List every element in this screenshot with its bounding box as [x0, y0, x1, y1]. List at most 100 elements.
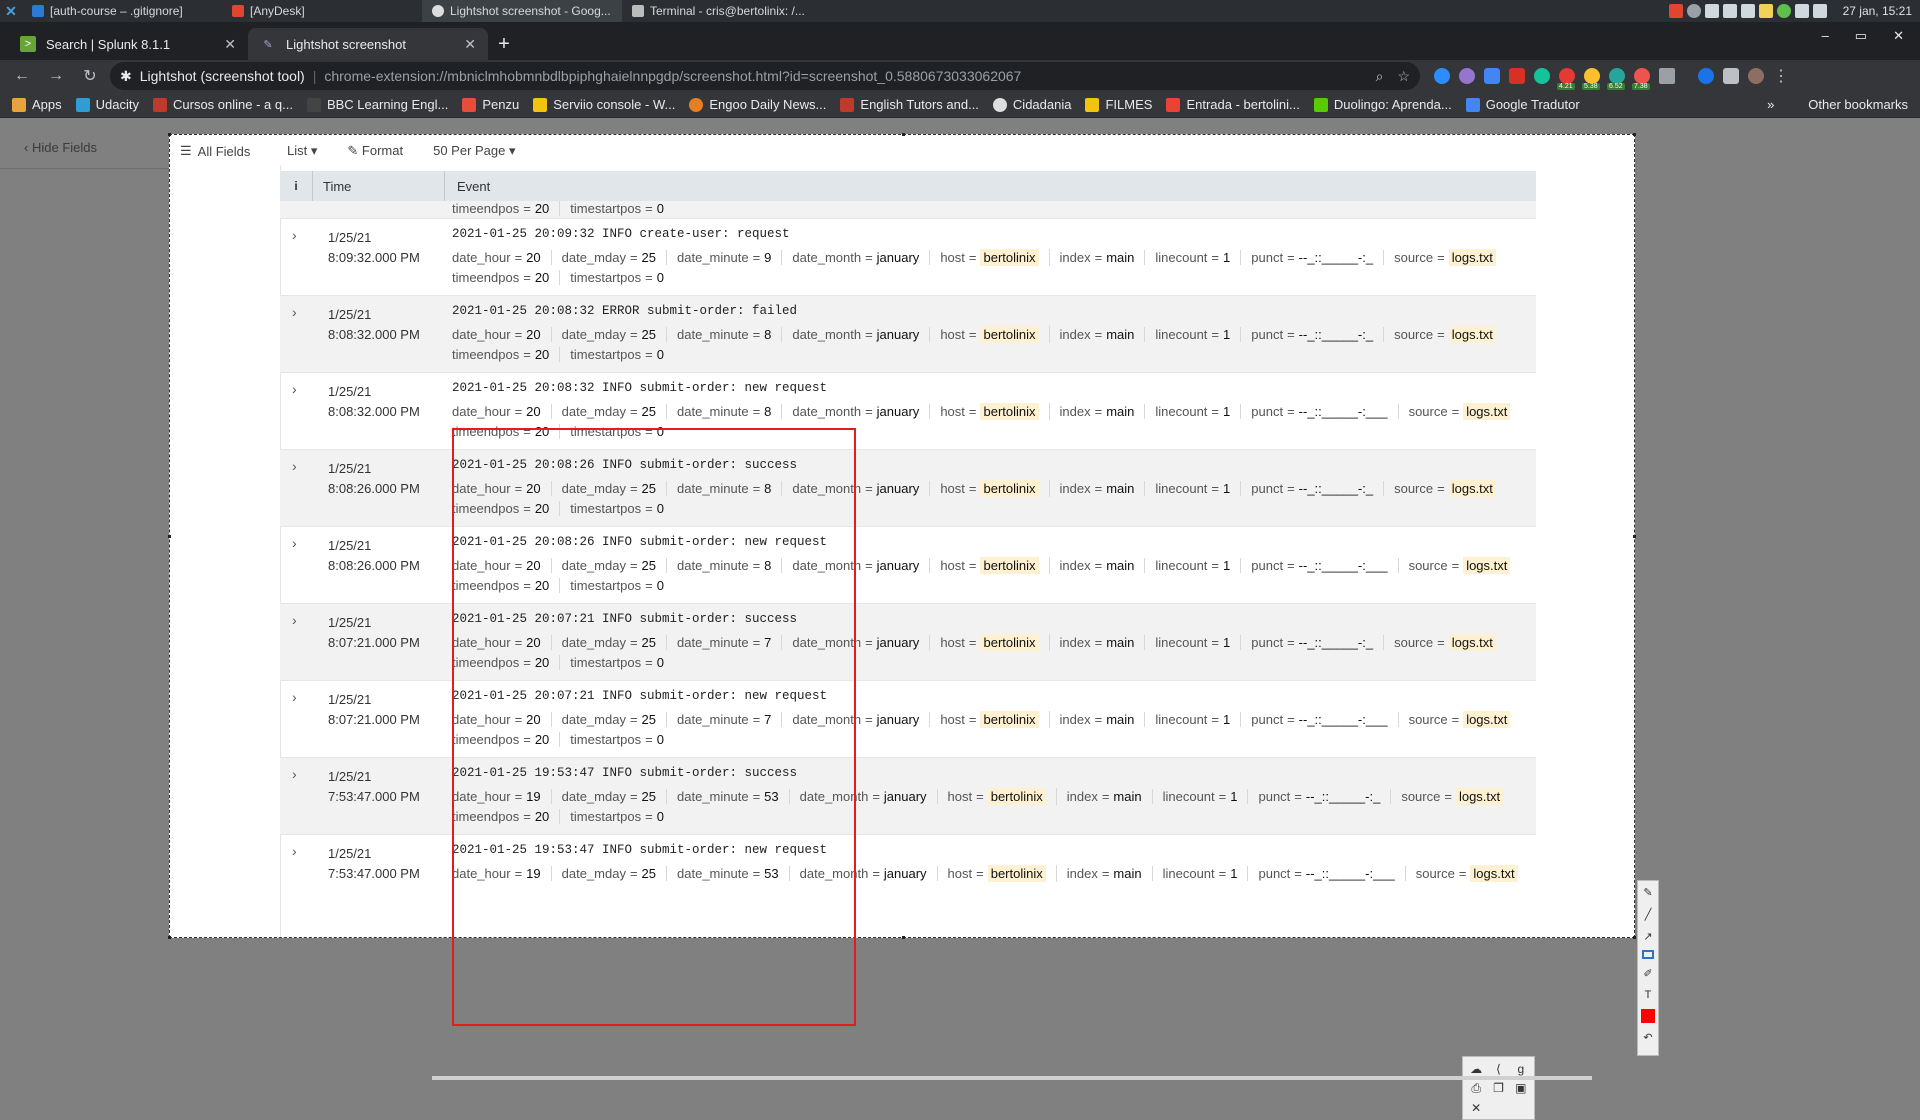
event-field[interactable]: index = main — [1067, 788, 1153, 804]
event-field[interactable]: punct = --_::_____-:___ — [1251, 711, 1399, 727]
event-field[interactable]: date_minute = 9 — [677, 249, 783, 265]
event-field[interactable]: linecount = 1 — [1155, 249, 1242, 265]
marker-icon[interactable]: ✐ — [1640, 965, 1656, 981]
event-time[interactable]: 1/25/21 8:08:26.000 PM — [328, 459, 420, 499]
taskbar-window-chrome[interactable]: Lightshot screenshot - Goog... — [422, 0, 622, 22]
chevron-right-icon[interactable]: › — [292, 843, 297, 859]
event-field[interactable]: index = main — [1060, 326, 1146, 342]
event-field[interactable]: index = main — [1067, 865, 1153, 881]
upload-icon[interactable]: ☁ — [1470, 1062, 1482, 1076]
clock[interactable]: 27 jan, 15:21 — [1843, 4, 1912, 18]
info-column-header[interactable]: i — [280, 179, 312, 193]
volume-icon[interactable] — [1794, 4, 1809, 18]
event-field[interactable]: date_mday = 25 — [562, 326, 668, 342]
event-field[interactable]: punct = --_::_____-:___ — [1258, 865, 1406, 881]
event-field[interactable]: timeendpos = 20 — [452, 269, 561, 285]
event-field[interactable]: linecount = 1 — [1163, 865, 1249, 881]
bookmark-apps[interactable]: Apps — [12, 97, 62, 112]
more-menu-icon[interactable]: ⋮ — [1773, 66, 1789, 86]
event-field[interactable]: date_hour = 20 — [452, 249, 552, 265]
event-field[interactable]: linecount = 1 — [1155, 557, 1242, 573]
event-field[interactable]: source = logs.txt — [1409, 710, 1521, 728]
back-button[interactable]: ← — [8, 62, 36, 90]
event-field[interactable]: index = main — [1060, 711, 1146, 727]
event-field[interactable]: date_hour = 20 — [452, 403, 552, 419]
event-field[interactable]: punct = --_::_____-:_ — [1251, 480, 1385, 496]
event-field[interactable]: punct = --_::_____-:___ — [1251, 557, 1399, 573]
format-button[interactable]: ✎ Format — [347, 143, 403, 159]
event-field[interactable]: timestartpos = 0 — [570, 201, 674, 216]
event-raw-text[interactable]: 2021-01-25 20:08:32 INFO submit-order: n… — [452, 381, 1532, 398]
event-time[interactable]: 1/25/21 8:08:32.000 PM — [328, 382, 420, 422]
event-field[interactable]: index = main — [1060, 403, 1146, 419]
event-field[interactable]: timestartpos = 0 — [570, 270, 674, 285]
bookmark-star-icon[interactable]: ☆ — [1397, 68, 1410, 85]
event-field[interactable]: date_month = january — [792, 326, 931, 342]
chevron-right-icon[interactable]: › — [292, 458, 297, 474]
bookmark-duolingo[interactable]: Duolingo: Aprenda... — [1313, 97, 1452, 112]
resize-handle[interactable] — [168, 133, 171, 136]
pen-icon[interactable]: ✎ — [1640, 884, 1656, 900]
forward-button[interactable]: → — [42, 62, 70, 90]
minimize-icon[interactable]: – — [1822, 28, 1829, 44]
notification-icon[interactable] — [1812, 4, 1827, 18]
reload-button[interactable]: ↻ — [76, 62, 104, 90]
extension-badge-icon[interactable]: 6.52 — [1607, 68, 1625, 90]
event-field[interactable]: index = main — [1060, 480, 1146, 496]
print-icon[interactable]: ⎙ — [1471, 1081, 1481, 1096]
arrow-icon[interactable]: ↗ — [1640, 928, 1656, 944]
resize-handle[interactable] — [168, 936, 171, 939]
event-time[interactable]: 1/25/21 8:08:26.000 PM — [328, 536, 420, 576]
bookmark-bbc[interactable]: BBC Learning Engl... — [306, 97, 448, 112]
close-tab-icon[interactable]: ✕ — [224, 36, 236, 53]
event-field[interactable]: punct = --_::_____-:_ — [1251, 634, 1385, 650]
color-swatch[interactable] — [1641, 1009, 1655, 1023]
chevron-right-icon[interactable]: › — [292, 381, 297, 397]
chevron-right-icon[interactable]: › — [292, 304, 297, 320]
more-bookmarks-icon[interactable]: » — [1767, 97, 1774, 112]
screenshot-selection-frame[interactable]: ☰ All Fields List ▾ ✎ Format 50 Per Page… — [168, 133, 1636, 939]
close-icon[interactable]: ✕ — [1471, 1101, 1481, 1115]
event-time[interactable]: 1/25/21 8:08:32.000 PM — [328, 305, 420, 345]
event-field[interactable]: source = logs.txt — [1409, 402, 1521, 420]
event-raw-text[interactable]: 2021-01-25 20:09:32 INFO create-user: re… — [452, 227, 1532, 244]
xfce-menu-icon[interactable]: ✕ — [0, 3, 22, 20]
update-check-icon[interactable] — [1776, 4, 1791, 18]
event-field[interactable]: date_month = january — [792, 403, 931, 419]
event-field[interactable]: host = bertolinix — [940, 248, 1050, 266]
save-icon[interactable]: ▣ — [1515, 1081, 1526, 1095]
resize-handle[interactable] — [168, 535, 171, 538]
tab-lightshot[interactable]: ✎ Lightshot screenshot ✕ — [248, 28, 488, 60]
maximize-icon[interactable]: ▭ — [1855, 28, 1867, 44]
extension-badge-icon[interactable]: 5.38 — [1582, 68, 1600, 90]
list-view-dropdown[interactable]: List ▾ — [287, 143, 317, 159]
event-field[interactable]: index = main — [1060, 249, 1146, 265]
event-field[interactable]: date_mday = 25 — [562, 403, 668, 419]
new-tab-button[interactable]: + — [488, 28, 520, 60]
extension-badge-icon[interactable]: 4.21 — [1557, 68, 1575, 90]
event-field[interactable]: host = bertolinix — [940, 710, 1050, 728]
bookmark-google-translate[interactable]: Google Tradutor — [1465, 97, 1580, 112]
address-bar[interactable]: ✱ Lightshot (screenshot tool) | chrome-e… — [110, 62, 1420, 90]
profile-avatar[interactable] — [1748, 68, 1764, 84]
event-time[interactable]: 1/25/21 7:53:47.000 PM — [328, 767, 420, 807]
grammarly-extension-icon[interactable] — [1534, 68, 1550, 84]
bookmark-udacity[interactable]: Udacity — [75, 97, 139, 112]
event-field[interactable]: timeendpos = 20 — [452, 201, 561, 216]
resize-handle[interactable] — [902, 133, 905, 136]
per-page-dropdown[interactable]: 50 Per Page ▾ — [433, 143, 515, 159]
event-field[interactable]: date_mday = 25 — [562, 249, 668, 265]
event-time[interactable]: 1/25/21 8:07:21.000 PM — [328, 613, 420, 653]
annotation-rectangle[interactable] — [452, 428, 856, 1026]
text-icon[interactable]: T — [1640, 987, 1656, 1003]
event-field[interactable]: source = logs.txt — [1394, 479, 1506, 497]
undo-icon[interactable]: ↶ — [1640, 1029, 1656, 1045]
event-field[interactable]: date_hour = 20 — [452, 326, 552, 342]
search-similar-icon[interactable]: g — [1517, 1062, 1524, 1076]
microphone-icon[interactable] — [1686, 4, 1701, 18]
event-field[interactable]: host = bertolinix — [940, 402, 1050, 420]
event-field[interactable]: source = logs.txt — [1394, 325, 1506, 343]
event-field[interactable]: timestartpos = 0 — [570, 347, 674, 362]
dropbox-icon[interactable] — [1704, 4, 1719, 18]
cast-icon[interactable] — [1659, 68, 1675, 84]
